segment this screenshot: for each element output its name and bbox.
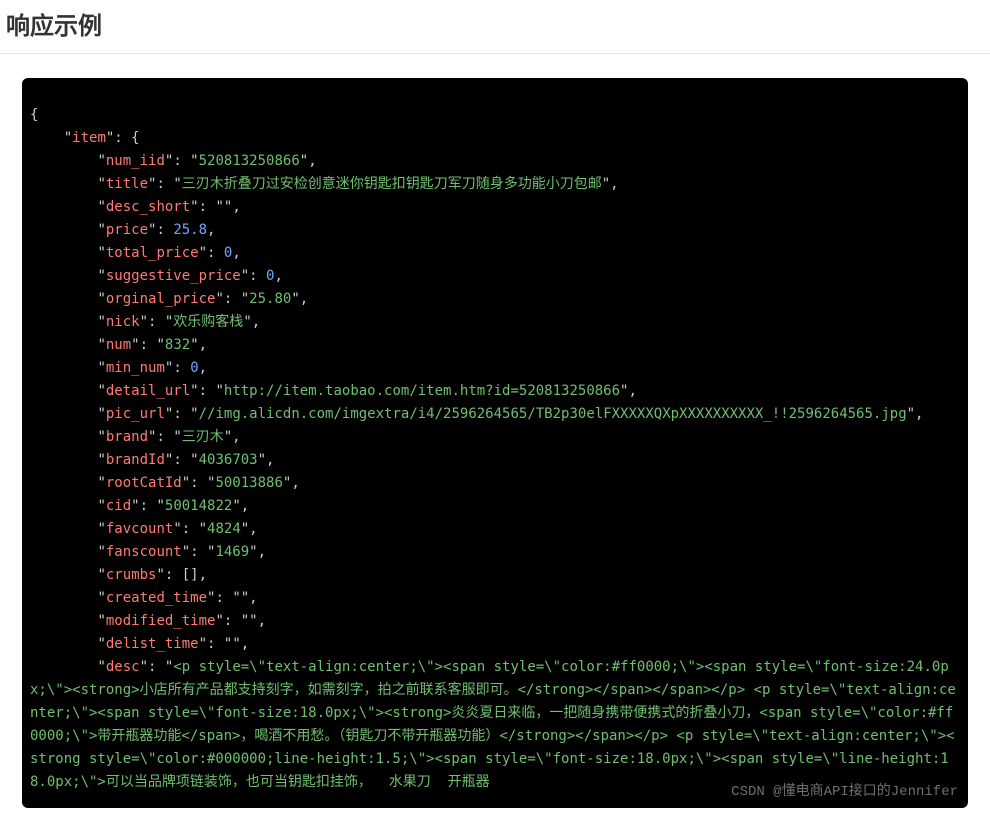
json-code: { "item": { "num_iid": "520813250866", "… xyxy=(30,104,960,794)
section-title: 响应示例 xyxy=(0,0,990,54)
code-block: { "item": { "num_iid": "520813250866", "… xyxy=(22,78,968,808)
